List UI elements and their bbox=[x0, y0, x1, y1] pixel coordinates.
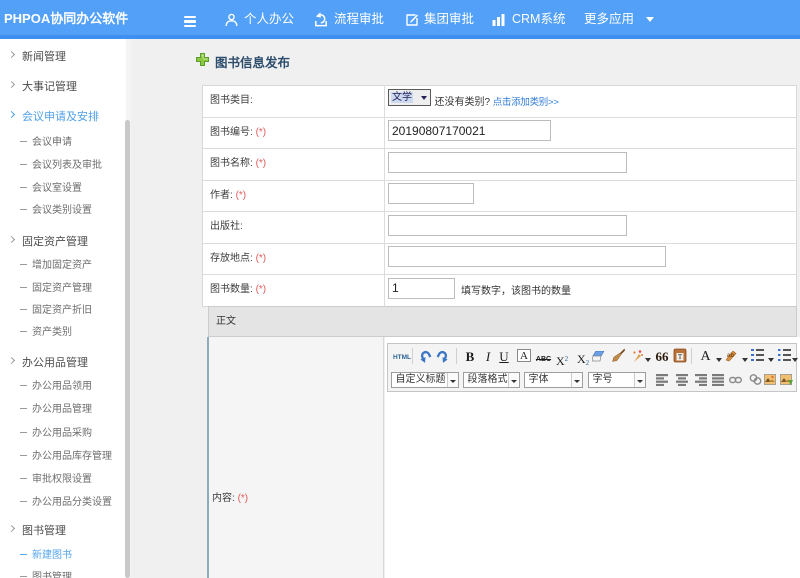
svg-text:T: T bbox=[678, 353, 683, 361]
svg-text:ab: ab bbox=[727, 353, 734, 359]
